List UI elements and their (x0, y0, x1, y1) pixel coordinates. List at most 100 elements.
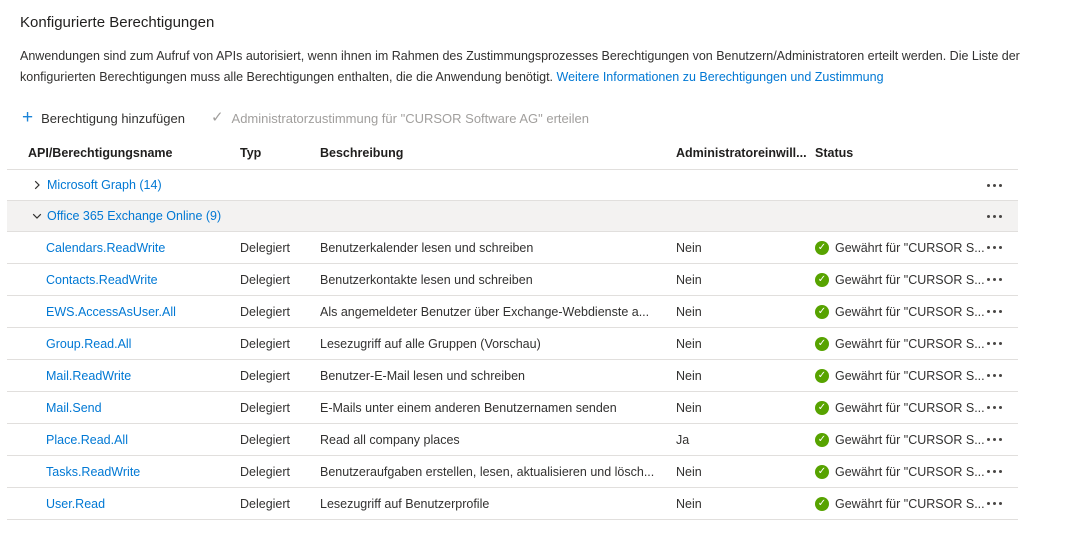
more-options-button[interactable] (985, 209, 1004, 224)
permission-status-cell: ✓ Gewährt für "CURSOR S... (815, 497, 985, 511)
more-options-button[interactable] (985, 272, 1004, 287)
permission-row[interactable]: Mail.ReadWrite Delegiert Benutzer-E-Mail… (7, 360, 1018, 392)
permission-description: Benutzerkalender lesen und schreiben (320, 241, 676, 255)
permission-name-cell: Mail.Send (7, 401, 240, 415)
more-options-button[interactable] (985, 464, 1004, 479)
table-header-row: API/Berechtigungsname Typ Beschreibung A… (7, 137, 1018, 170)
status-badge: ✓ Gewährt für "CURSOR S... (815, 241, 985, 255)
granted-check-icon: ✓ (815, 401, 829, 415)
permission-type: Delegiert (240, 337, 320, 351)
group-actions-cell (985, 178, 1018, 193)
admin-consent-required: Nein (676, 401, 815, 415)
column-header-type[interactable]: Typ (240, 146, 320, 160)
more-options-button[interactable] (985, 178, 1004, 193)
permission-name-cell: Mail.ReadWrite (7, 369, 240, 383)
granted-check-icon: ✓ (815, 369, 829, 383)
permission-row[interactable]: Tasks.ReadWrite Delegiert Benutzeraufgab… (7, 456, 1018, 488)
more-options-button[interactable] (985, 240, 1004, 255)
permission-row[interactable]: EWS.AccessAsUser.All Delegiert Als angem… (7, 296, 1018, 328)
permission-actions-cell (985, 240, 1018, 255)
permission-name-link[interactable]: Tasks.ReadWrite (46, 465, 140, 479)
more-options-button[interactable] (985, 496, 1004, 511)
more-options-button[interactable] (985, 304, 1004, 319)
status-text: Gewährt für "CURSOR S... (835, 369, 985, 383)
grant-admin-consent-button[interactable]: ✓ Administratorzustimmung für "CURSOR So… (211, 110, 589, 126)
permission-description: Read all company places (320, 433, 676, 447)
admin-consent-required: Nein (676, 369, 815, 383)
permission-description: E-Mails unter einem anderen Benutzername… (320, 401, 676, 415)
permission-description: Lesezugriff auf Benutzerprofile (320, 497, 676, 511)
status-badge: ✓ Gewährt für "CURSOR S... (815, 433, 985, 447)
granted-check-icon: ✓ (815, 305, 829, 319)
api-group-row[interactable]: Office 365 Exchange Online (9) (7, 201, 1018, 232)
permission-actions-cell (985, 368, 1018, 383)
permission-type: Delegiert (240, 305, 320, 319)
status-badge: ✓ Gewährt für "CURSOR S... (815, 497, 985, 511)
column-header-description[interactable]: Beschreibung (320, 146, 676, 160)
add-permission-button[interactable]: + Berechtigung hinzufügen (22, 109, 185, 127)
permission-actions-cell (985, 400, 1018, 415)
permission-name-cell: Place.Read.All (7, 433, 240, 447)
admin-consent-required: Nein (676, 273, 815, 287)
permission-description: Als angemeldeter Benutzer über Exchange-… (320, 305, 676, 319)
permission-type: Delegiert (240, 369, 320, 383)
permission-status-cell: ✓ Gewährt für "CURSOR S... (815, 241, 985, 255)
permission-name-link[interactable]: Mail.Send (46, 401, 102, 415)
permission-name-cell: EWS.AccessAsUser.All (7, 305, 240, 319)
permission-row[interactable]: Contacts.ReadWrite Delegiert Benutzerkon… (7, 264, 1018, 296)
chevron-icon[interactable] (31, 179, 43, 191)
page-title: Konfigurierte Berechtigungen (20, 13, 1077, 33)
permission-name-link[interactable]: Place.Read.All (46, 433, 128, 447)
permission-actions-cell (985, 464, 1018, 479)
status-text: Gewährt für "CURSOR S... (835, 433, 985, 447)
granted-check-icon: ✓ (815, 497, 829, 511)
status-text: Gewährt für "CURSOR S... (835, 241, 985, 255)
granted-check-icon: ✓ (815, 241, 829, 255)
status-badge: ✓ Gewährt für "CURSOR S... (815, 369, 985, 383)
admin-consent-required: Nein (676, 497, 815, 511)
granted-check-icon: ✓ (815, 465, 829, 479)
permission-row[interactable]: User.Read Delegiert Lesezugriff auf Benu… (7, 488, 1018, 520)
column-header-status[interactable]: Status (815, 146, 985, 160)
status-text: Gewährt für "CURSOR S... (835, 305, 985, 319)
status-text: Gewährt für "CURSOR S... (835, 465, 985, 479)
status-text: Gewährt für "CURSOR S... (835, 497, 985, 511)
column-header-admin-consent[interactable]: Administratoreinwill... (676, 146, 815, 160)
permission-name-link[interactable]: User.Read (46, 497, 105, 511)
table-body: Microsoft Graph (14) Office 365 Exchange… (7, 170, 1018, 520)
permission-name-link[interactable]: Group.Read.All (46, 337, 131, 351)
permission-actions-cell (985, 304, 1018, 319)
learn-more-link[interactable]: Weitere Informationen zu Berechtigungen … (557, 70, 884, 84)
api-group-name-cell: Microsoft Graph (14) (7, 178, 240, 192)
permission-row[interactable]: Calendars.ReadWrite Delegiert Benutzerka… (7, 232, 1018, 264)
permission-row[interactable]: Mail.Send Delegiert E-Mails unter einem … (7, 392, 1018, 424)
group-actions-cell (985, 209, 1018, 224)
api-permissions-pane: Konfigurierte Berechtigungen Anwendungen… (0, 0, 1077, 533)
admin-consent-required: Nein (676, 465, 815, 479)
status-badge: ✓ Gewährt für "CURSOR S... (815, 273, 985, 287)
granted-check-icon: ✓ (815, 433, 829, 447)
permission-row[interactable]: Place.Read.All Delegiert Read all compan… (7, 424, 1018, 456)
more-options-button[interactable] (985, 368, 1004, 383)
api-group-name-cell: Office 365 Exchange Online (9) (7, 209, 240, 223)
group-name-link[interactable]: Microsoft Graph (14) (47, 178, 162, 192)
more-options-button[interactable] (985, 400, 1004, 415)
permission-name-link[interactable]: EWS.AccessAsUser.All (46, 305, 176, 319)
more-options-button[interactable] (985, 336, 1004, 351)
permission-status-cell: ✓ Gewährt für "CURSOR S... (815, 369, 985, 383)
admin-consent-required: Nein (676, 241, 815, 255)
checkmark-icon: ✓ (211, 110, 224, 126)
status-text: Gewährt für "CURSOR S... (835, 273, 985, 287)
toolbar: + Berechtigung hinzufügen ✓ Administrato… (22, 104, 1077, 132)
chevron-icon[interactable] (31, 210, 43, 222)
api-group-row[interactable]: Microsoft Graph (14) (7, 170, 1018, 201)
column-header-api-name[interactable]: API/Berechtigungsname (7, 146, 240, 160)
permission-name-link[interactable]: Calendars.ReadWrite (46, 241, 165, 255)
permission-name-link[interactable]: Contacts.ReadWrite (46, 273, 158, 287)
permission-name-cell: Contacts.ReadWrite (7, 273, 240, 287)
status-badge: ✓ Gewährt für "CURSOR S... (815, 401, 985, 415)
group-name-link[interactable]: Office 365 Exchange Online (9) (47, 209, 221, 223)
permission-row[interactable]: Group.Read.All Delegiert Lesezugriff auf… (7, 328, 1018, 360)
more-options-button[interactable] (985, 432, 1004, 447)
permission-name-link[interactable]: Mail.ReadWrite (46, 369, 131, 383)
